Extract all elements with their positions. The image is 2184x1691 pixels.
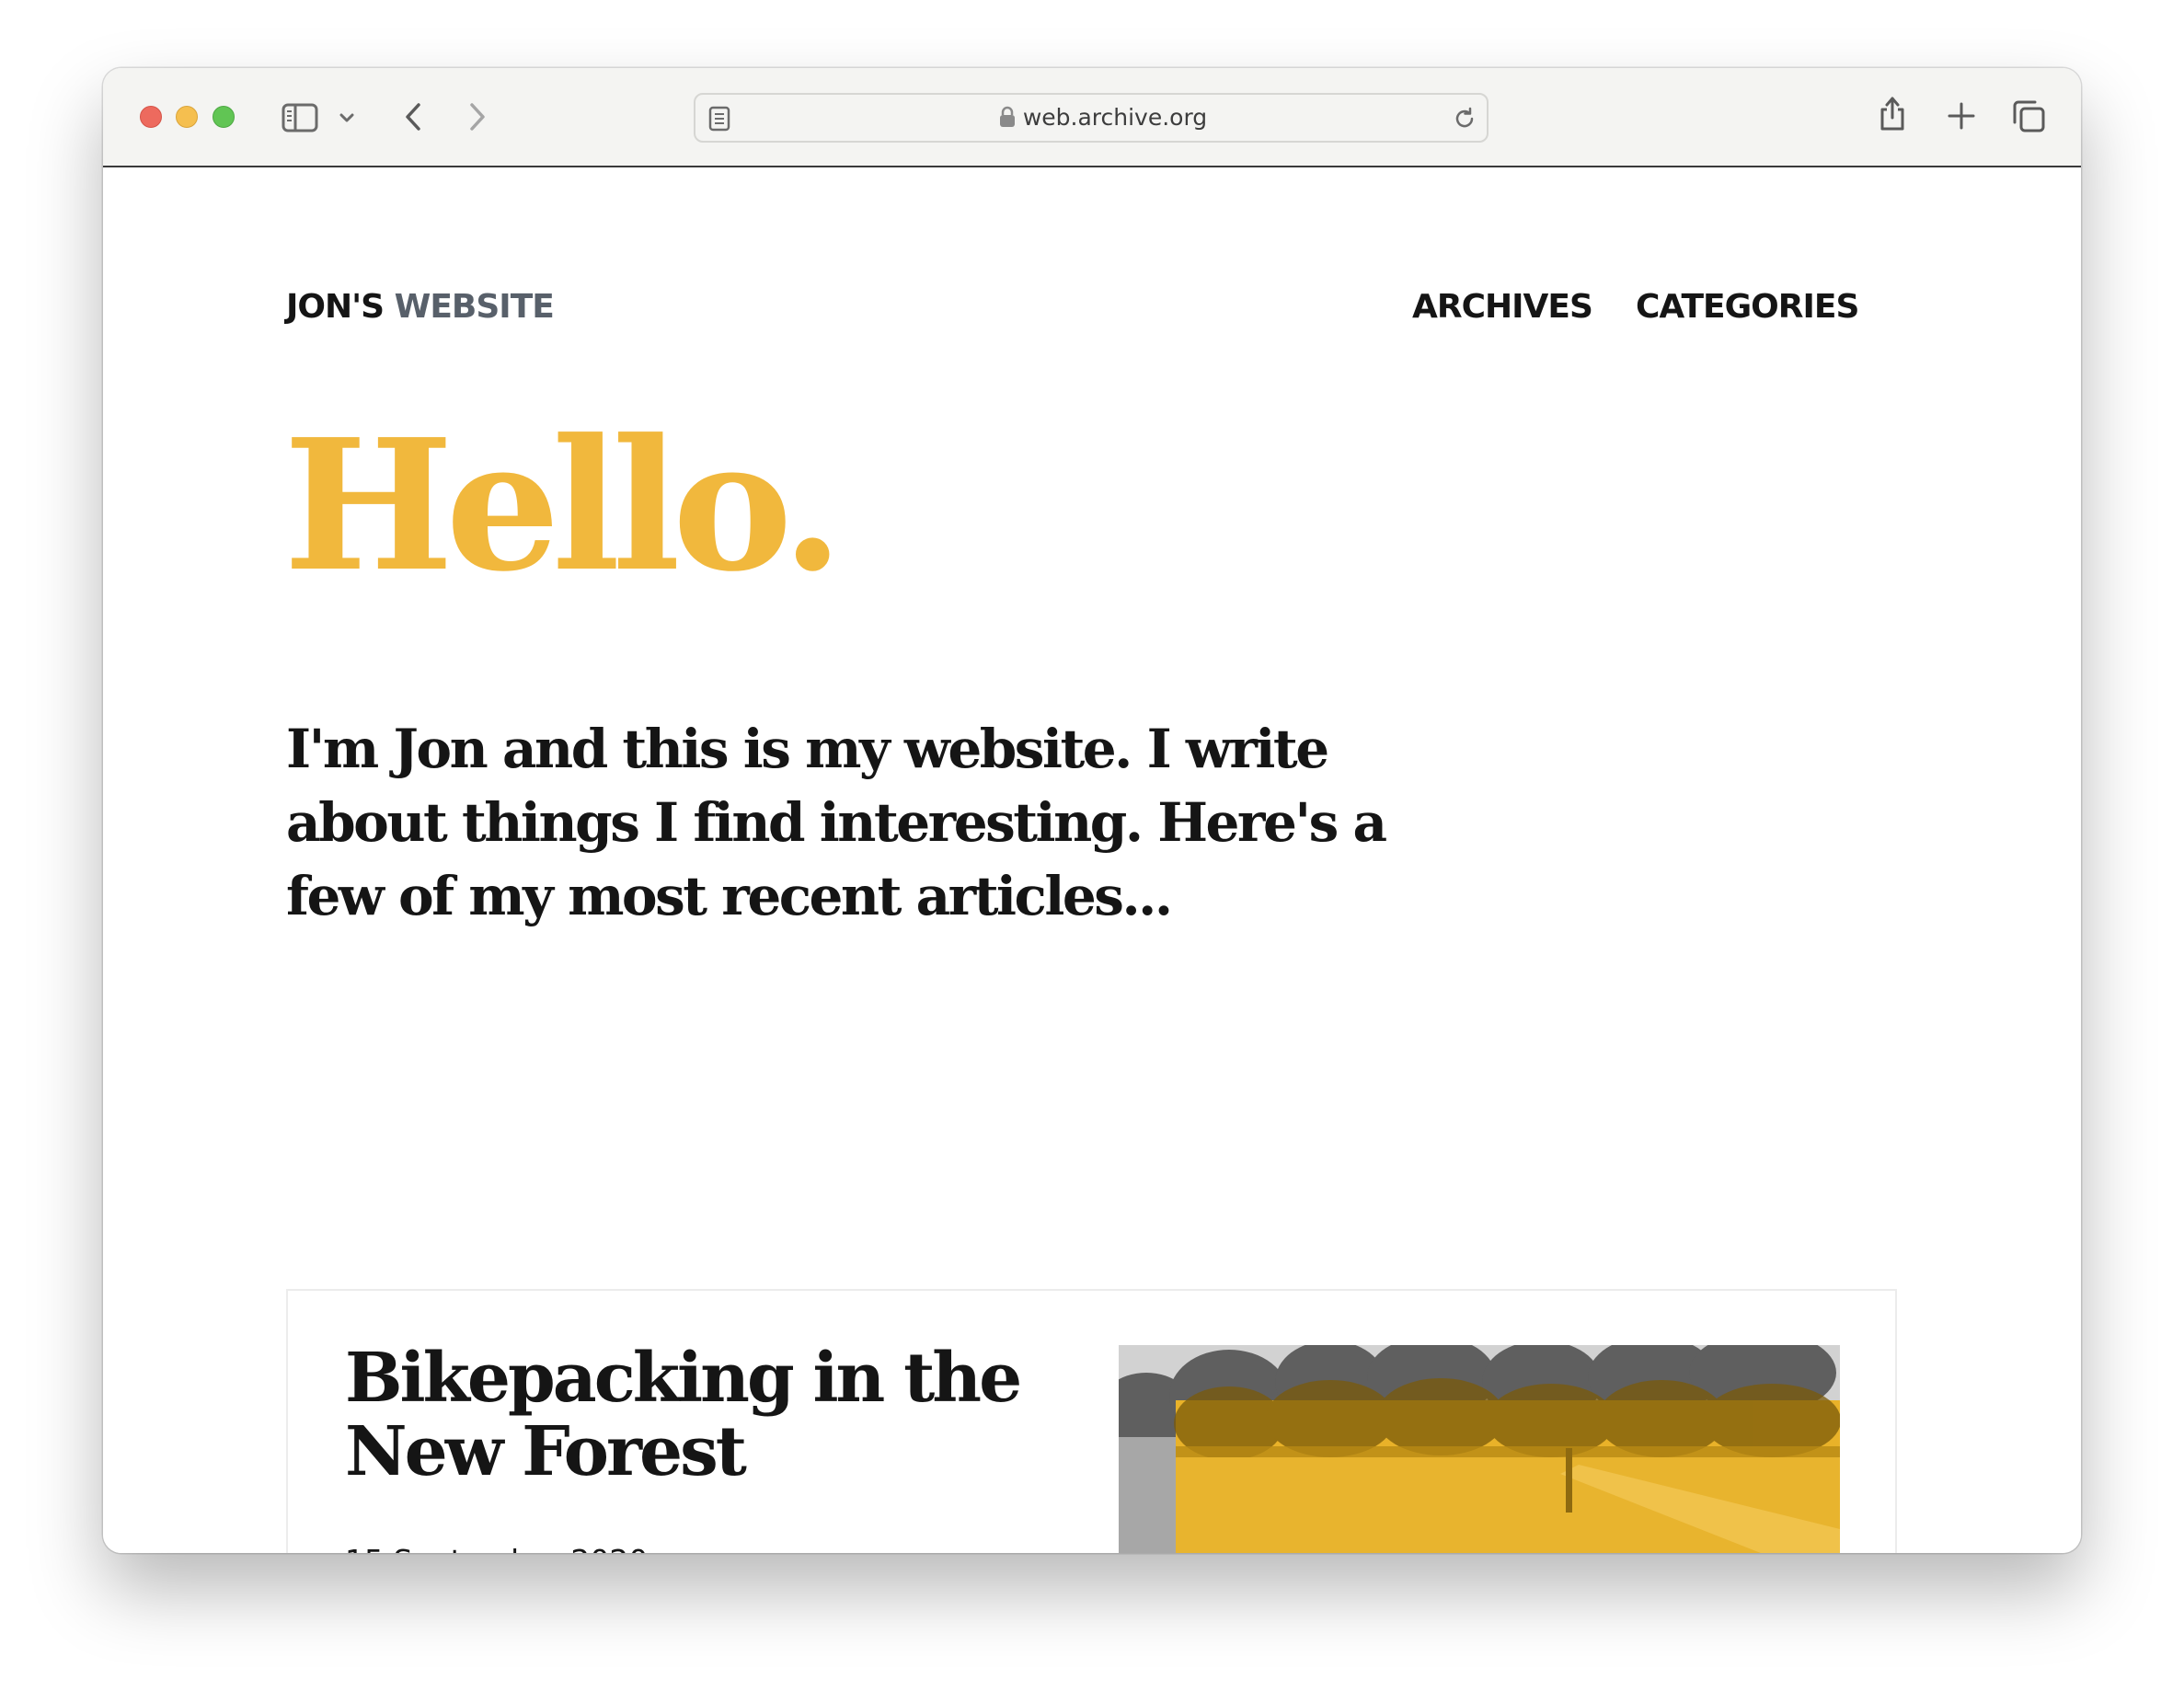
share-icon[interactable] — [1877, 94, 1908, 132]
brand-first: JON'S — [286, 288, 385, 326]
address-bar[interactable]: web.archive.org — [694, 93, 1489, 143]
article-date: 15 September 2020 — [345, 1543, 648, 1553]
article-image[interactable] — [1119, 1345, 1840, 1553]
close-window-button[interactable] — [140, 106, 162, 128]
sidebar-icon[interactable] — [282, 103, 318, 132]
url-text: web.archive.org — [1022, 104, 1208, 131]
zoom-window-button[interactable] — [213, 106, 235, 128]
forward-icon[interactable] — [467, 101, 488, 132]
lock-icon — [999, 106, 1015, 127]
hero-title: Hello. — [283, 400, 844, 612]
intro-text: I'm Jon and this is my website. I write … — [286, 718, 1387, 927]
tab-overview-icon[interactable] — [2011, 98, 2046, 133]
page-content: JON'S WEBSITE ARCHIVES CATEGORIES Hello.… — [103, 167, 2081, 1553]
nav-categories[interactable]: CATEGORIES — [1636, 288, 1859, 326]
url-display[interactable]: web.archive.org — [695, 95, 1487, 141]
browser-toolbar: web.archive.org — [103, 68, 2081, 167]
article-card[interactable]: Bikepacking in the New Forest 15 Septemb… — [286, 1289, 1897, 1553]
reload-icon[interactable] — [1452, 106, 1477, 132]
site-logo[interactable]: JON'S WEBSITE — [286, 288, 555, 326]
chevron-down-icon[interactable] — [339, 112, 355, 123]
browser-window: web.archive.org JON'S WEBSITE ARCHIVES C… — [103, 68, 2081, 1553]
nav-archives[interactable]: ARCHIVES — [1412, 288, 1593, 326]
article-title[interactable]: Bikepacking in the New Forest — [345, 1341, 1063, 1489]
back-icon[interactable] — [403, 101, 423, 132]
minimize-window-button[interactable] — [176, 106, 198, 128]
brand-second: WEBSITE — [394, 288, 555, 326]
new-tab-icon[interactable] — [1947, 101, 1976, 131]
